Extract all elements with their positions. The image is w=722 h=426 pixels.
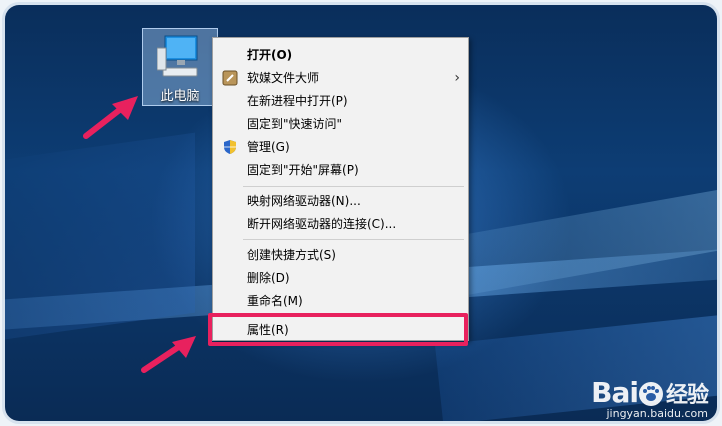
menu-item-label: 固定到"快速访问" — [247, 117, 343, 131]
menu-item-map-drive[interactable]: 映射网络驱动器(N)... — [213, 190, 468, 212]
watermark-suffix: 经验 — [665, 383, 709, 408]
menu-item-label: 软媒文件大师 — [247, 71, 320, 85]
baidu-logo: Bai 经验 — [591, 376, 709, 409]
menu-item-label: 创建快捷方式(S) — [247, 248, 336, 262]
computer-icon — [157, 35, 198, 77]
menu-separator — [243, 186, 464, 187]
menu-item-label: 管理(G) — [247, 140, 290, 154]
paw-icon — [638, 382, 663, 406]
menu-item-label: 映射网络驱动器(N)... — [247, 194, 361, 208]
shield-icon — [224, 140, 236, 154]
annotation-arrow-icon — [83, 96, 138, 139]
menu-item-label: 重命名(M) — [247, 294, 303, 308]
menu-item-pin-quick-access[interactable]: 固定到"快速访问" — [213, 113, 468, 135]
menu-item-label: 断开网络驱动器的连接(C)... — [247, 217, 397, 231]
watermark-brand: Bai — [591, 376, 639, 409]
menu-item-label: 在新进程中打开(P) — [247, 94, 348, 108]
annotation-arrow-icon — [141, 336, 196, 373]
chevron-right-icon: › — [454, 70, 460, 86]
menu-item-delete[interactable]: 删除(D) — [213, 267, 468, 289]
watermark-url: jingyan.baidu.com — [606, 407, 708, 420]
context-menu: 打开(O) 软媒文件大师 › 在新进程中打开(P) 固定到"快速访问" 管理(G… — [212, 37, 469, 341]
menu-item-pin-start[interactable]: 固定到"开始"屏幕(P) — [213, 159, 468, 181]
menu-item-label: 打开(O) — [247, 48, 293, 62]
menu-separator — [243, 239, 464, 240]
menu-item-label: 固定到"开始"屏幕(P) — [247, 163, 359, 177]
menu-item-label: 删除(D) — [247, 271, 290, 285]
menu-item-open[interactable]: 打开(O) — [213, 44, 468, 66]
wallpaper-beam — [5, 132, 195, 345]
baidu-watermark: Bai 经验 jingyan.baidu.com — [591, 376, 709, 420]
menu-item-rename[interactable]: 重命名(M) — [213, 290, 468, 312]
desktop-icon-label: 此电脑 — [160, 89, 200, 104]
menu-item-open-new-process[interactable]: 在新进程中打开(P) — [213, 90, 468, 112]
menu-item-file-master[interactable]: 软媒文件大师 › — [213, 67, 468, 89]
properties-highlight-box — [208, 313, 468, 346]
this-pc-desktop-icon[interactable]: 此电脑 — [142, 28, 218, 106]
app-icon — [222, 70, 238, 86]
menu-item-create-shortcut[interactable]: 创建快捷方式(S) — [213, 244, 468, 266]
menu-item-manage[interactable]: 管理(G) — [213, 136, 468, 158]
menu-item-disconnect-drive[interactable]: 断开网络驱动器的连接(C)... — [213, 213, 468, 235]
